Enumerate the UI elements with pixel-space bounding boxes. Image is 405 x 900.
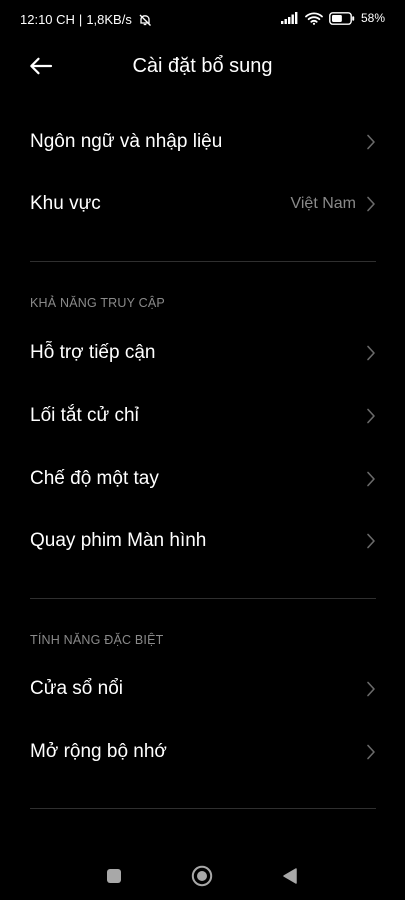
chevron-right-icon	[367, 471, 375, 487]
row-label: Mở rộng bộ nhớ	[30, 741, 167, 762]
battery-percent: 58%	[360, 11, 385, 25]
section-divider	[30, 808, 376, 809]
row-value: Việt Nam	[290, 195, 356, 212]
wifi-icon	[305, 11, 323, 25]
status-left: 12:10 CH | 1,8KB/s	[20, 12, 152, 27]
settings-row-region[interactable]: Khu vực Việt Nam	[0, 173, 405, 235]
chevron-right-icon	[367, 744, 375, 760]
status-speed: 1,8KB/s	[86, 12, 132, 27]
battery-icon	[329, 11, 355, 25]
row-label: Ngôn ngữ và nhập liệu	[30, 131, 223, 152]
chevron-right-icon	[367, 345, 375, 361]
page-title: Cài đặt bổ sung	[132, 55, 273, 77]
row-label: Lối tắt cử chỉ	[30, 405, 139, 426]
mute-bell-icon	[138, 13, 152, 27]
app-bar: Cài đặt bổ sung	[0, 44, 405, 88]
section-header-accessibility: KHẢ NĂNG TRUY CẬP	[30, 296, 165, 310]
settings-row-memory-extension[interactable]: Mở rộng bộ nhớ	[0, 721, 405, 783]
row-label: Chế độ một tay	[30, 468, 159, 489]
settings-row-gesture-shortcuts[interactable]: Lối tắt cử chỉ	[0, 385, 405, 447]
signal-icon	[280, 12, 299, 24]
recents-square-icon	[107, 869, 121, 883]
section-header-special-features: TÍNH NĂNG ĐẶC BIỆT	[30, 633, 164, 647]
chevron-right-icon	[367, 408, 375, 424]
home-button[interactable]	[188, 862, 216, 890]
recents-button[interactable]	[100, 862, 128, 890]
chevron-right-icon	[367, 134, 375, 150]
chevron-right-icon	[367, 196, 375, 212]
row-label: Khu vực	[30, 193, 101, 214]
section-divider	[30, 261, 376, 262]
chevron-right-icon	[367, 533, 375, 549]
status-time: 12:10 CH	[20, 12, 75, 27]
settings-row-accessibility[interactable]: Hỗ trợ tiếp cận	[0, 322, 405, 384]
settings-row-floating-windows[interactable]: Cửa sổ nổi	[0, 658, 405, 720]
back-triangle-icon	[283, 868, 297, 884]
status-separator: |	[78, 12, 83, 27]
section-divider	[30, 598, 376, 599]
settings-row-one-handed-mode[interactable]: Chế độ một tay	[0, 448, 405, 510]
settings-row-language-input[interactable]: Ngôn ngữ và nhập liệu	[0, 111, 405, 173]
status-right: 58%	[280, 11, 385, 25]
row-label: Quay phim Màn hình	[30, 530, 207, 551]
settings-row-screen-recorder[interactable]: Quay phim Màn hình	[0, 510, 405, 572]
status-bar: 12:10 CH | 1,8KB/s 58%	[0, 0, 405, 40]
home-circle-icon	[191, 865, 213, 887]
row-label: Cửa sổ nổi	[30, 678, 123, 699]
system-back-button[interactable]	[276, 862, 304, 890]
row-label: Hỗ trợ tiếp cận	[30, 342, 156, 363]
chevron-right-icon	[367, 681, 375, 697]
navigation-bar	[0, 848, 405, 900]
